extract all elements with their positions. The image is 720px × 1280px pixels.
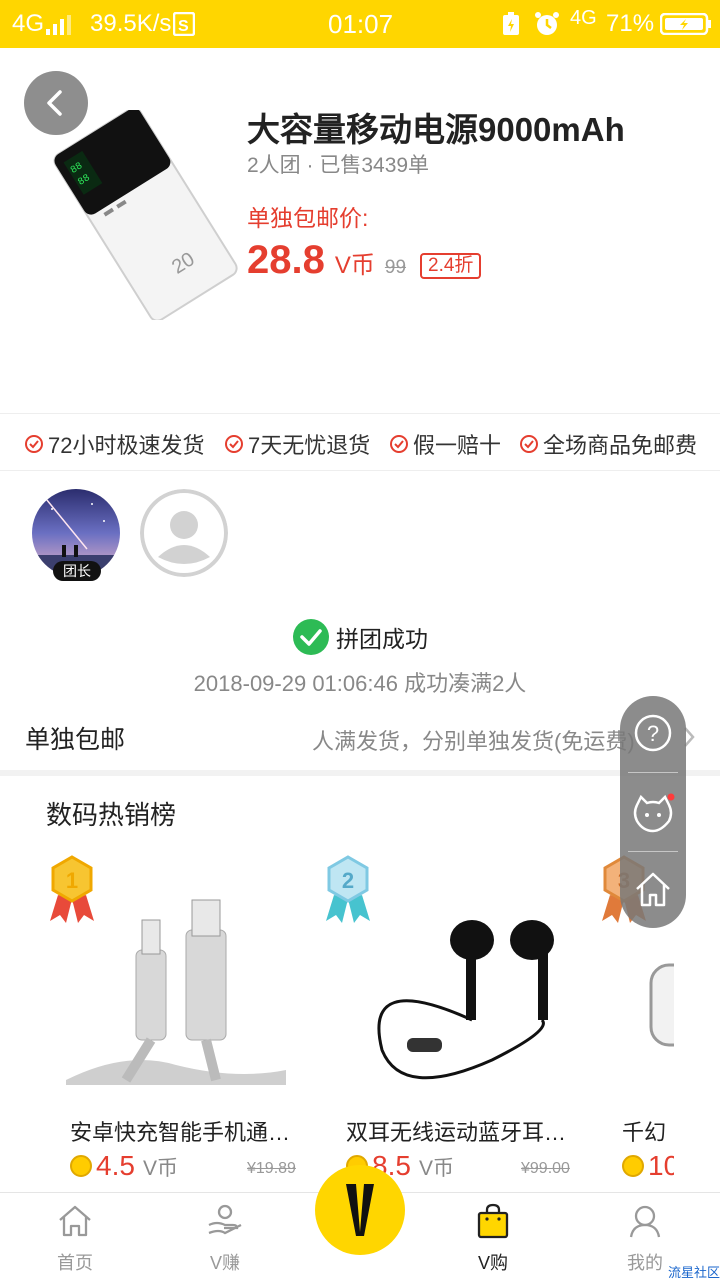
help-icon: ? <box>634 714 672 752</box>
rank-item-name: 双耳无线运动蓝牙耳… <box>346 1120 567 1145</box>
nav-item-earn[interactable]: V赚 <box>170 1193 280 1280</box>
network-indicator-2: 4G <box>570 7 597 29</box>
watermark: 流星社区 <box>668 1265 720 1280</box>
rank-title: 数码热销榜 <box>46 800 177 830</box>
price-label: 单独包邮价: <box>247 205 369 231</box>
check-circle-icon <box>225 435 243 453</box>
network-speed: 39.5K/s <box>90 10 172 37</box>
rank-price-row: 10 <box>622 1150 674 1182</box>
shipping-label: 单独包邮 <box>25 726 126 754</box>
floating-panel: ? <box>620 696 686 928</box>
nav-item-shop[interactable]: V购 <box>438 1193 548 1280</box>
cable-image <box>66 899 286 1085</box>
original-price: 99 <box>384 257 407 278</box>
rank-price-row: 4.5 V币 <box>70 1150 178 1182</box>
network-indicator: 4G <box>12 10 45 37</box>
price-unit: V币 <box>334 252 375 279</box>
leader-badge: 团长 <box>53 561 101 581</box>
home-icon <box>59 1205 91 1237</box>
product-title: 大容量移动电源9000mAh <box>247 111 625 148</box>
product-image: 88 88 20 <box>40 107 240 322</box>
price-value: 28.8 <box>247 238 325 282</box>
rank-item-name: 千幻 <box>622 1120 667 1145</box>
rank-original-price: ¥19.89 <box>247 1160 296 1177</box>
help-button[interactable]: ? <box>620 700 686 766</box>
section-divider <box>0 770 720 776</box>
guarantee-bar: 72小时极速发货 7天无忧退货 假一赔十 全场商品免邮费 <box>0 413 720 471</box>
nav-item-home[interactable]: 首页 <box>20 1193 130 1280</box>
shipping-desc: 人满发货，分别单独发货(免运费) <box>312 729 635 754</box>
group-success: 拼团成功 <box>292 618 428 656</box>
coin-icon <box>70 1155 92 1177</box>
guarantee-item: 7天无忧退货 <box>224 428 370 460</box>
discount-badge: 2.4折 <box>420 253 482 279</box>
rank-original-price: ¥99.00 <box>521 1160 570 1177</box>
rank-card[interactable]: 2 双耳无线运动蓝牙耳… 8.5 V币 ¥99.00 <box>322 855 572 1190</box>
rank-item-name: 安卓快充智能手机通… <box>70 1120 291 1145</box>
guarantee-item: 72小时极速发货 <box>24 428 204 460</box>
svg-text:S: S <box>178 18 189 35</box>
guarantee-item: 假一赔十 <box>389 428 501 460</box>
earn-icon <box>208 1204 242 1235</box>
chat-face-icon <box>633 793 675 833</box>
alarm-icon <box>534 11 560 44</box>
guarantee-item: 全场商品免邮费 <box>519 428 697 460</box>
svg-text:?: ? <box>647 721 659 746</box>
battery-save-icon <box>502 12 520 43</box>
check-circle-icon <box>520 435 538 453</box>
price-row: 28.8 V币 99 2.4折 <box>247 238 482 288</box>
earphones-image <box>377 920 554 1080</box>
shopping-bag-icon <box>477 1203 509 1239</box>
coin-icon <box>622 1155 644 1177</box>
rank-card[interactable]: 1 安卓快充智能手机通… 4.5 V币 ¥19.89 <box>46 855 296 1190</box>
success-time: 2018-09-29 01:06:46 成功凑满2人 <box>193 671 527 696</box>
home-float-button[interactable] <box>620 856 686 922</box>
check-circle-icon <box>390 435 408 453</box>
product-subtitle: 2人团 · 已售3439单 <box>247 154 430 177</box>
message-button[interactable] <box>620 780 686 846</box>
clock: 01:07 <box>328 9 394 39</box>
member-avatar-empty[interactable] <box>140 489 228 577</box>
signal-icon <box>46 14 72 42</box>
speed-icon: S <box>172 11 196 43</box>
battery-percent: 71% <box>606 10 655 37</box>
home-icon <box>636 872 670 907</box>
profile-icon <box>629 1205 661 1238</box>
battery-icon <box>659 12 712 42</box>
product-image-partial <box>649 963 674 1047</box>
v-logo-icon <box>346 1184 374 1236</box>
check-circle-icon <box>293 619 329 655</box>
shipping-row[interactable]: 单独包邮 人满发货，分别单独发货(免运费) <box>0 706 720 766</box>
nav-center-button[interactable] <box>315 1165 405 1255</box>
check-circle-icon <box>25 435 43 453</box>
status-bar: 4G 39.5K/s S 01:07 4G 71% <box>0 0 720 48</box>
